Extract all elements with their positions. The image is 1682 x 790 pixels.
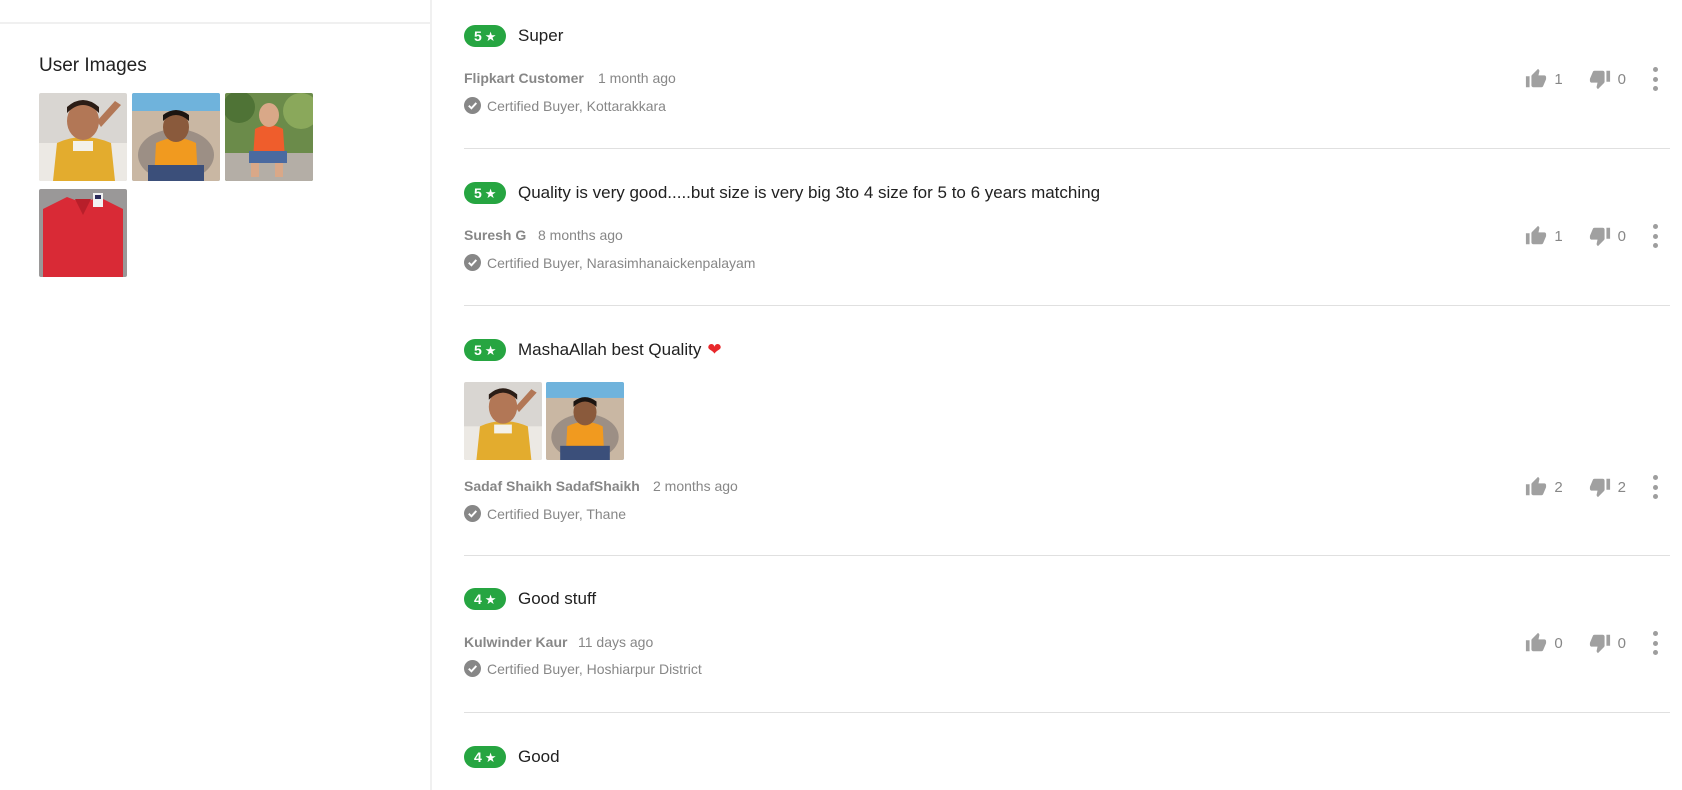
star-icon: ★ <box>484 749 497 765</box>
star-icon: ★ <box>484 342 497 358</box>
thumbs-up-icon <box>1526 476 1547 496</box>
dislike-count: 0 <box>1617 227 1626 245</box>
review-title: MashaAllah best Quality ❤ <box>518 339 722 361</box>
thumbs-up-icon <box>1526 225 1547 245</box>
rating-badge: 4 ★ <box>464 746 507 768</box>
rating-value: 5 <box>474 28 482 44</box>
rating-value: 5 <box>474 342 482 358</box>
check-circle-icon <box>464 254 481 271</box>
certified-buyer: Certified Buyer, Kottarakkara <box>464 97 666 114</box>
thumbs-up-icon <box>1526 632 1547 652</box>
user-image-thumb-1[interactable] <box>39 93 127 181</box>
review-time: 11 days ago <box>578 634 654 650</box>
star-icon: ★ <box>484 591 497 607</box>
thumbs-down-icon <box>1589 70 1610 90</box>
divider <box>0 22 432 24</box>
review-author: Flipkart Customer <box>464 70 584 86</box>
dislike-button[interactable]: 0 <box>1589 68 1626 90</box>
certified-location: Certified Buyer, Kottarakkara <box>487 97 666 114</box>
review-image-thumb-1[interactable] <box>464 382 542 460</box>
dislike-count: 2 <box>1617 478 1626 496</box>
thumbs-down-icon <box>1589 634 1610 654</box>
review-title: Good <box>518 747 560 766</box>
more-options-icon[interactable] <box>1652 475 1658 499</box>
like-button[interactable]: 1 <box>1525 225 1563 247</box>
certified-location: Certified Buyer, Hoshiarpur District <box>487 660 702 677</box>
like-button[interactable]: 1 <box>1525 68 1563 90</box>
review-title: Quality is very good.....but size is ver… <box>518 183 1101 202</box>
like-count: 0 <box>1554 634 1563 652</box>
star-icon: ★ <box>484 28 497 44</box>
dislike-button[interactable]: 2 <box>1589 476 1626 498</box>
thumbs-down-icon <box>1589 478 1610 498</box>
review-card: 4 ★ Good stuff Kulwinder Kaur 11 days ago… <box>464 588 1670 688</box>
rating-badge: 5 ★ <box>464 25 507 47</box>
dislike-button[interactable]: 0 <box>1589 225 1626 247</box>
review-title: Good stuff <box>518 589 597 608</box>
review-title: Super <box>518 26 564 45</box>
like-count: 1 <box>1554 70 1563 88</box>
review-actions: 1 0 <box>1525 224 1670 248</box>
rating-value: 4 <box>474 749 482 765</box>
review-actions: 1 0 <box>1525 67 1670 91</box>
rating-badge: 5 ★ <box>464 182 507 204</box>
rating-value: 4 <box>474 591 482 607</box>
review-time: 1 month ago <box>598 70 676 86</box>
certified-location: Certified Buyer, Narasimhanaickenpalayam <box>487 254 756 271</box>
review-divider <box>464 148 1670 149</box>
review-divider <box>464 712 1670 713</box>
more-options-icon[interactable] <box>1652 631 1658 655</box>
like-count: 1 <box>1554 227 1563 245</box>
more-options-icon[interactable] <box>1652 67 1658 91</box>
like-count: 2 <box>1554 478 1563 496</box>
review-card: 5 ★ MashaAllah best Quality ❤ Sadaf Shaikh… <box>464 339 1670 522</box>
review-time: 2 months ago <box>653 478 738 494</box>
review-divider <box>464 305 1670 306</box>
dislike-button[interactable]: 0 <box>1589 632 1626 654</box>
rating-value: 5 <box>474 185 482 201</box>
user-image-thumb-3[interactable] <box>225 93 313 181</box>
certified-location: Certified Buyer, Thane <box>487 505 627 522</box>
review-title-text: MashaAllah best Quality <box>518 340 702 359</box>
more-options-icon[interactable] <box>1652 224 1658 248</box>
review-author: Suresh G <box>464 227 527 243</box>
thumbs-down-icon <box>1589 227 1610 247</box>
review-image-thumb-2[interactable] <box>546 382 624 460</box>
review-time: 8 months ago <box>538 227 623 243</box>
like-button[interactable]: 2 <box>1525 476 1563 498</box>
review-divider <box>464 555 1670 556</box>
review-actions: 0 0 <box>1525 631 1670 655</box>
rating-badge: 4 ★ <box>464 588 507 610</box>
check-circle-icon <box>464 660 481 677</box>
certified-buyer: Certified Buyer, Hoshiarpur District <box>464 660 702 677</box>
user-image-thumb-2[interactable] <box>132 93 220 181</box>
review-author: Kulwinder Kaur <box>464 634 568 650</box>
dislike-count: 0 <box>1617 70 1626 88</box>
star-icon: ★ <box>484 185 497 201</box>
certified-buyer: Certified Buyer, Narasimhanaickenpalayam <box>464 254 755 271</box>
rating-badge: 5 ★ <box>464 339 507 361</box>
user-image-thumb-4[interactable] <box>39 189 127 277</box>
review-author: Sadaf Shaikh SadafShaikh <box>464 478 640 494</box>
dislike-count: 0 <box>1617 634 1626 652</box>
user-images-title: User Images <box>39 55 147 76</box>
certified-buyer: Certified Buyer, Thane <box>464 505 626 522</box>
like-button[interactable]: 0 <box>1525 632 1563 654</box>
user-images-panel: User Images <box>0 0 432 790</box>
heart-icon: ❤ <box>707 340 722 359</box>
review-actions: 2 2 <box>1525 475 1670 499</box>
check-circle-icon <box>464 97 481 114</box>
review-card: 5 ★ Quality is very good.....but size is … <box>464 182 1670 282</box>
review-card: 5 ★ Super Flipkart Customer 1 month ago C… <box>464 25 1670 125</box>
review-card: 4 ★ Good <box>464 746 1670 790</box>
thumbs-up-icon <box>1526 68 1547 88</box>
check-circle-icon <box>464 505 481 522</box>
